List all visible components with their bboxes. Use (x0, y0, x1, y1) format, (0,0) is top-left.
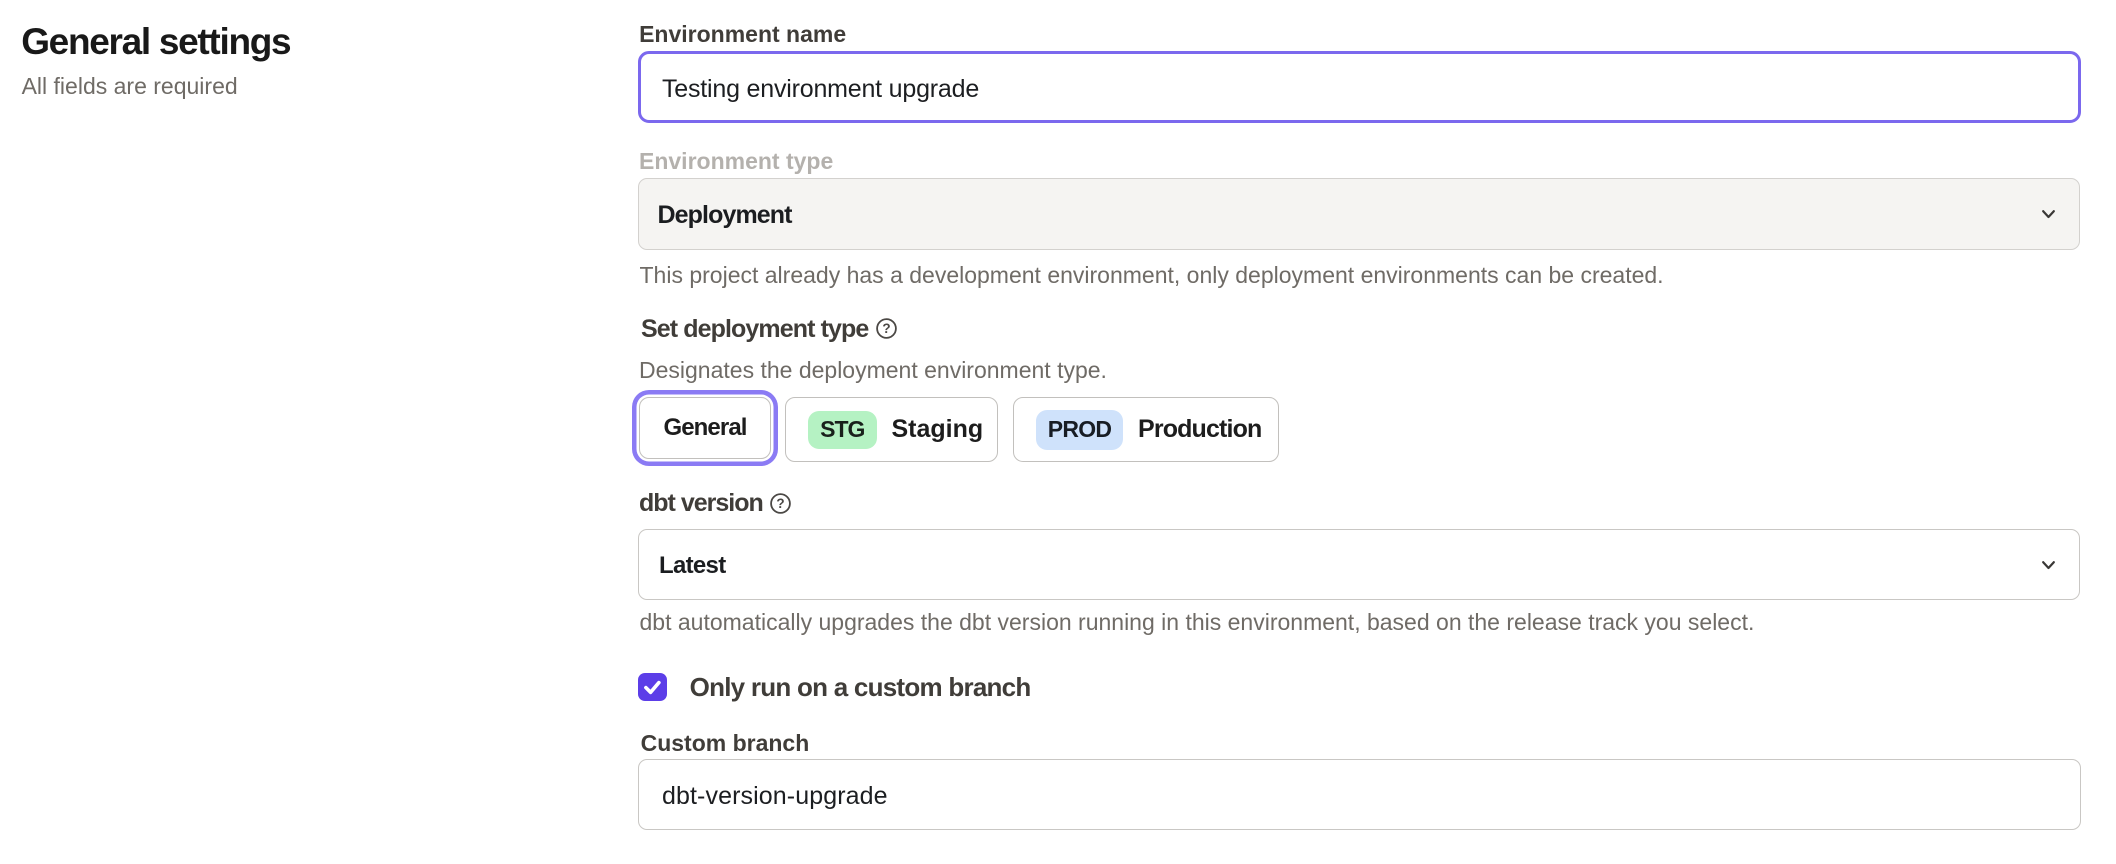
svg-text:?: ? (882, 321, 890, 336)
svg-text:?: ? (777, 496, 785, 511)
